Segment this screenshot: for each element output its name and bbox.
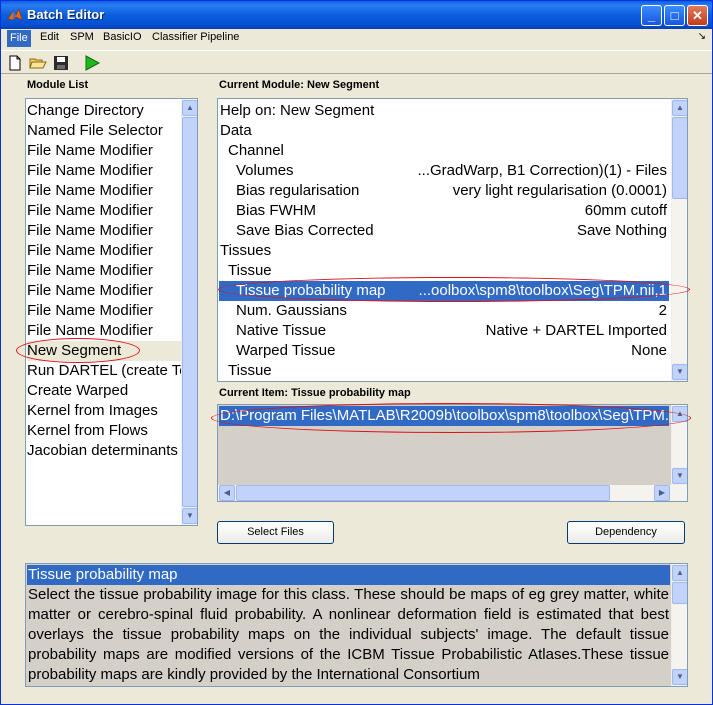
- module-row[interactable]: Save Bias Corrected Save Nothing: [219, 221, 669, 241]
- module-row[interactable]: Data: [219, 121, 669, 141]
- scroll-left-arrow-icon[interactable]: ◀: [219, 485, 235, 501]
- scroll-thumb[interactable]: [672, 582, 687, 604]
- list-item[interactable]: File Name Modifier: [27, 241, 181, 261]
- module-row[interactable]: Bias regularisation very light regularisa…: [219, 181, 669, 201]
- list-item[interactable]: File Name Modifier: [27, 301, 181, 321]
- run-icon[interactable]: [83, 54, 101, 72]
- scroll-down-arrow-icon[interactable]: ▼: [672, 669, 687, 685]
- save-icon[interactable]: [52, 54, 70, 72]
- list-item[interactable]: File Name Modifier: [27, 221, 181, 241]
- scroll-right-arrow-icon[interactable]: ▶: [654, 485, 670, 501]
- dependency-button[interactable]: Dependency: [567, 521, 685, 544]
- menu-basicio[interactable]: BasicIO: [103, 31, 142, 43]
- help-scrollbar[interactable]: ▲ ▼: [671, 564, 687, 686]
- menu-bar: File Edit SPM BasicIO Classifier Pipelin…: [1, 29, 712, 48]
- open-folder-icon[interactable]: [29, 54, 47, 72]
- current-module-scrollbar[interactable]: ▲ ▼: [671, 99, 687, 381]
- module-row[interactable]: Native Tissue Native + DARTEL Imported: [219, 321, 669, 341]
- list-item-new-segment[interactable]: New Segment: [27, 341, 181, 361]
- current-item-value[interactable]: D:\Program Files\MATLAB\R2009b\toolbox\s…: [219, 406, 669, 426]
- new-file-icon[interactable]: [6, 54, 24, 72]
- list-item[interactable]: File Name Modifier: [27, 141, 181, 161]
- list-item[interactable]: Run DARTEL (create Te: [27, 361, 181, 381]
- module-list-label: Module List: [27, 79, 89, 91]
- menu-file[interactable]: File: [7, 30, 31, 47]
- module-row[interactable]: Help on: New Segment: [219, 101, 669, 121]
- list-item[interactable]: Jacobian determinants: [27, 441, 181, 461]
- current-item-box[interactable]: D:\Program Files\MATLAB\R2009b\toolbox\s…: [217, 404, 688, 502]
- scroll-up-arrow-icon[interactable]: ▲: [672, 100, 687, 116]
- scroll-thumb[interactable]: [182, 117, 197, 507]
- batch-editor-window: Batch Editor _ □ ✕ File Edit SPM BasicIO…: [0, 0, 713, 705]
- scroll-up-arrow-icon[interactable]: ▲: [672, 406, 687, 422]
- scroll-up-arrow-icon[interactable]: ▲: [182, 100, 197, 116]
- maximize-button[interactable]: □: [664, 5, 685, 26]
- module-list[interactable]: Change Directory Named File Selector Fil…: [25, 98, 198, 526]
- scroll-down-arrow-icon[interactable]: ▼: [672, 468, 687, 484]
- current-module-label: Current Module: New Segment: [219, 79, 380, 91]
- module-row[interactable]: Volumes ...GradWarp, B1 Correction)(1) - …: [219, 161, 669, 181]
- current-item-hscrollbar[interactable]: ◀ ▶: [218, 485, 687, 501]
- help-title: Tissue probability map: [27, 565, 670, 585]
- scroll-down-arrow-icon[interactable]: ▼: [672, 364, 687, 380]
- title-bar[interactable]: Batch Editor _ □ ✕: [1, 1, 712, 29]
- list-item[interactable]: Change Directory: [27, 101, 181, 121]
- list-item[interactable]: File Name Modifier: [27, 261, 181, 281]
- list-item[interactable]: Kernel from Images: [27, 401, 181, 421]
- module-list-scrollbar[interactable]: ▲ ▼: [181, 99, 197, 525]
- module-row-selected[interactable]: Tissue probability map ...oolbox\spm8\too…: [219, 281, 669, 301]
- list-item[interactable]: Create Warped: [27, 381, 181, 401]
- menu-edit[interactable]: Edit: [40, 31, 59, 43]
- select-files-button[interactable]: Select Files: [217, 521, 334, 544]
- menu-spm[interactable]: SPM: [70, 31, 94, 43]
- scroll-thumb[interactable]: [236, 485, 610, 501]
- module-row[interactable]: Tissue: [219, 361, 669, 381]
- list-item[interactable]: Kernel from Flows: [27, 421, 181, 441]
- window-title: Batch Editor: [27, 7, 105, 22]
- module-row[interactable]: Warped Tissue None: [219, 341, 669, 361]
- help-text: Select the tissue probability image for …: [28, 586, 669, 683]
- list-item[interactable]: File Name Modifier: [27, 201, 181, 221]
- current-module-list[interactable]: Help on: New Segment Data Channel Volume…: [217, 98, 688, 382]
- module-row[interactable]: Tissue: [219, 261, 669, 281]
- minimize-button[interactable]: _: [641, 5, 662, 26]
- scroll-thumb[interactable]: [672, 117, 687, 199]
- list-item[interactable]: Named File Selector: [27, 121, 181, 141]
- scroll-up-arrow-icon[interactable]: ▲: [672, 565, 687, 581]
- scroll-down-arrow-icon[interactable]: ▼: [182, 508, 197, 524]
- module-row[interactable]: Bias FWHM 60mm cutoff: [219, 201, 669, 221]
- list-item[interactable]: File Name Modifier: [27, 161, 181, 181]
- toolbar: [1, 50, 712, 74]
- module-row[interactable]: Num. Gaussians 2: [219, 301, 669, 321]
- list-item[interactable]: File Name Modifier: [27, 321, 181, 341]
- module-row[interactable]: Channel: [219, 141, 669, 161]
- menu-classifier-pipeline[interactable]: Classifier Pipeline: [152, 31, 239, 43]
- current-item-label: Current Item: Tissue probability map: [219, 387, 411, 399]
- menu-overflow-icon[interactable]: ↘: [698, 31, 706, 42]
- help-panel: Tissue probability map Select the tissue…: [25, 563, 688, 687]
- close-button[interactable]: ✕: [687, 5, 708, 26]
- module-row[interactable]: Tissues: [219, 241, 669, 261]
- matlab-icon: [7, 8, 23, 21]
- list-item[interactable]: File Name Modifier: [27, 181, 181, 201]
- current-item-vscrollbar[interactable]: ▲ ▼: [671, 405, 687, 485]
- list-item[interactable]: File Name Modifier: [27, 281, 181, 301]
